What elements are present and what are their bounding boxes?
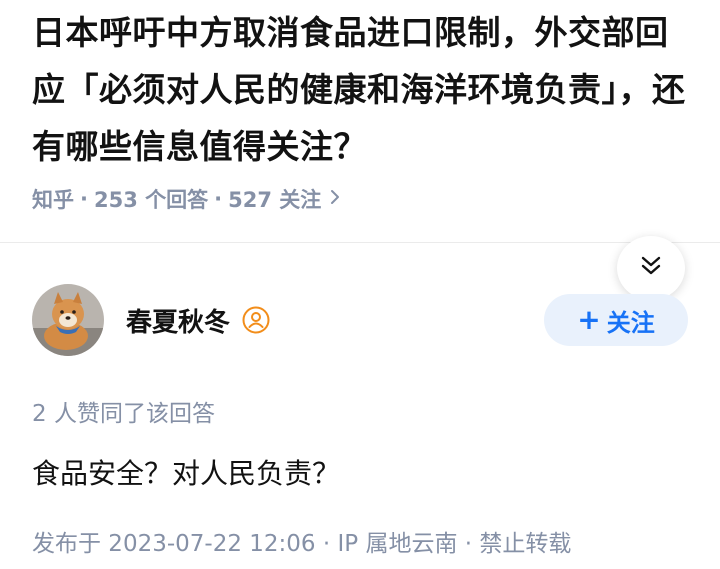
author-name[interactable]: 春夏秋冬	[126, 302, 230, 339]
answer-content[interactable]: 食品安全？对人民负责？	[32, 452, 340, 492]
chevron-right-icon	[329, 187, 341, 212]
avatar[interactable]	[32, 284, 104, 356]
section-divider	[0, 242, 720, 243]
author-row: 春夏秋冬 + 关注	[32, 284, 688, 356]
question-header: 日本呼吁中方取消食品进口限制，外交部回应「必须对人民的健康和海洋环境负责」，还有…	[32, 4, 692, 214]
meta-separator: ·	[214, 187, 223, 211]
question-title[interactable]: 日本呼吁中方取消食品进口限制，外交部回应「必须对人民的健康和海洋环境负责」，还有…	[32, 4, 692, 175]
user-badge-icon	[242, 306, 270, 334]
meta-separator: ·	[80, 187, 88, 211]
question-meta[interactable]: 知乎 · 253 个回答 · 527 关注	[32, 184, 692, 214]
follow-label: 关注	[606, 308, 655, 337]
question-source: 知乎	[32, 188, 74, 212]
vote-count: 2 人赞同了该回答	[32, 401, 215, 427]
answer-count: 253 个回答	[93, 188, 209, 212]
answer-meta: 发布于 2023-07-22 12:06 · IP 属地云南 · 禁止转载	[32, 531, 572, 557]
follower-count: 527 关注	[228, 188, 322, 212]
double-chevron-down-icon	[638, 253, 664, 283]
follow-button[interactable]: + 关注	[544, 294, 688, 346]
plus-icon: +	[577, 303, 601, 336]
